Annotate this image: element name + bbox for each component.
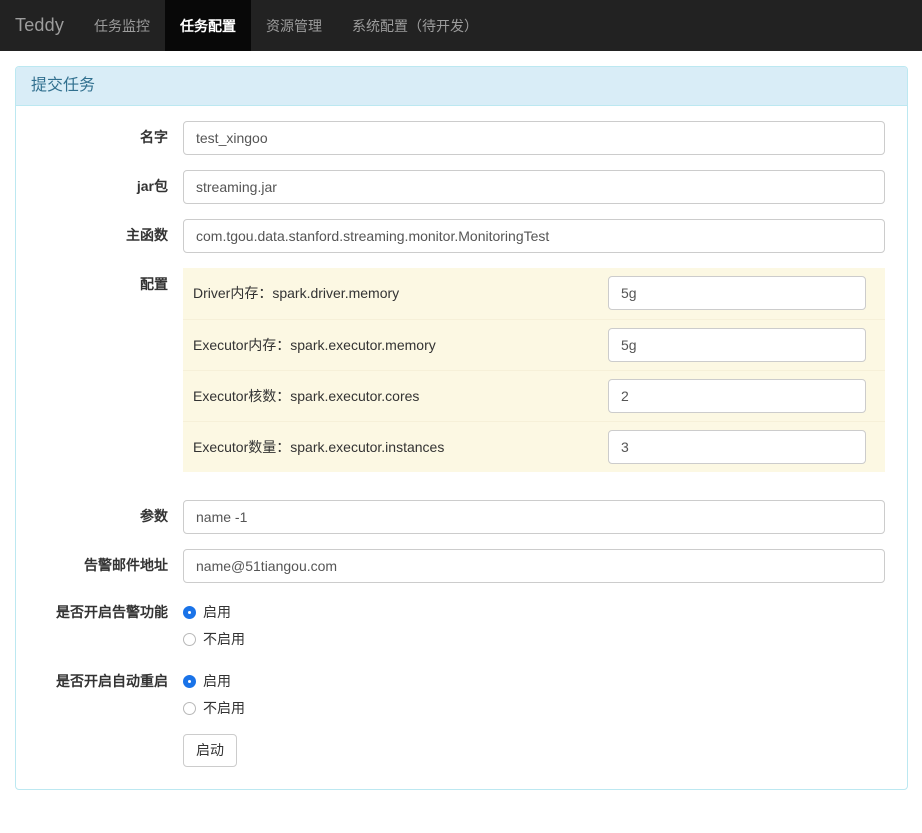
config-key-driver-memory: Driver内存：spark.driver.memory bbox=[193, 285, 400, 302]
form-row-args: 参数 bbox=[16, 499, 907, 534]
radio-unselected-icon[interactable] bbox=[183, 632, 196, 646]
config-row-executor-memory: Executor内存：spark.executor.memory bbox=[183, 318, 885, 370]
field-wrap-restart-enable: 启用 不启用 bbox=[168, 667, 907, 722]
label-args: 参数 bbox=[140, 507, 168, 524]
top-navbar: Teddy 任务监控 任务配置 资源管理 系统配置（待开发） bbox=[0, 0, 922, 51]
field-wrap-jar bbox=[168, 169, 907, 204]
label-main-class: 主函数 bbox=[126, 226, 168, 243]
restart-radio-enabled[interactable]: 启用 bbox=[183, 668, 885, 695]
label-alarm-enable: 是否开启告警功能 bbox=[56, 603, 168, 620]
executor-instances-input[interactable] bbox=[608, 429, 866, 464]
config-row-executor-cores: Executor核数：spark.executor.cores bbox=[183, 369, 885, 421]
spark-config-panel: Driver内存：spark.driver.memory Executor内存：… bbox=[183, 267, 885, 472]
label-name: 名字 bbox=[140, 128, 168, 145]
radio-selected-icon[interactable] bbox=[183, 605, 196, 619]
field-wrap-config: Driver内存：spark.driver.memory Executor内存：… bbox=[168, 267, 907, 472]
field-wrap-name bbox=[168, 120, 907, 155]
label-config: 配置 bbox=[140, 275, 168, 292]
alarm-radio-enabled-label: 启用 bbox=[203, 604, 231, 621]
field-wrap-submit: 启动 bbox=[168, 733, 907, 768]
restart-radio-disabled-label: 不启用 bbox=[203, 700, 245, 717]
config-row-driver-memory: Driver内存：spark.driver.memory bbox=[183, 268, 885, 319]
nav-tab-task-monitor[interactable]: 任务监控 bbox=[79, 0, 165, 51]
restart-radio-enabled-label: 启用 bbox=[203, 673, 231, 690]
form-row-name: 名字 bbox=[16, 120, 907, 155]
config-key-executor-instances: Executor数量：spark.executor.instances bbox=[193, 438, 445, 455]
config-key-executor-memory: Executor内存：spark.executor.memory bbox=[193, 336, 436, 353]
form-row-submit: 启动 bbox=[16, 733, 907, 768]
label-jar: jar包 bbox=[136, 177, 168, 194]
form-row-email: 告警邮件地址 bbox=[16, 548, 907, 583]
config-val-wrap-driver-memory bbox=[608, 276, 875, 311]
label-restart-enable: 是否开启自动重启 bbox=[56, 672, 168, 689]
nav-tab-system-config[interactable]: 系统配置（待开发） bbox=[337, 0, 493, 51]
form-row-jar: jar包 bbox=[16, 169, 907, 204]
label-submit-spacer bbox=[16, 734, 168, 741]
alarm-radio-group: 启用 不启用 bbox=[183, 598, 885, 653]
task-form: 名字 jar包 主函数 配置 Driver内存：s bbox=[16, 106, 907, 790]
radio-unselected-icon[interactable] bbox=[183, 701, 196, 715]
panel-title: 提交任务 bbox=[16, 67, 907, 106]
config-row-executor-instances: Executor数量：spark.executor.instances bbox=[183, 420, 885, 472]
alarm-radio-enabled[interactable]: 启用 bbox=[183, 599, 885, 626]
form-row-main-class: 主函数 bbox=[16, 218, 907, 253]
form-row-alarm-enable: 是否开启告警功能 启用 不启用 bbox=[16, 598, 907, 653]
nav-tab-task-config[interactable]: 任务配置 bbox=[165, 0, 252, 51]
config-key-executor-cores: Executor核数：spark.executor.cores bbox=[193, 387, 420, 404]
nav-tab-resource-management[interactable]: 资源管理 bbox=[251, 0, 337, 51]
main-class-input[interactable] bbox=[183, 218, 885, 253]
submit-task-panel: 提交任务 名字 jar包 主函数 配置 bbox=[15, 66, 908, 791]
field-wrap-main-class bbox=[168, 218, 907, 253]
field-wrap-alarm-enable: 启用 不启用 bbox=[168, 598, 907, 653]
field-wrap-args bbox=[168, 499, 907, 534]
restart-radio-group: 启用 不启用 bbox=[183, 667, 885, 722]
alarm-radio-disabled-label: 不启用 bbox=[203, 631, 245, 648]
executor-cores-input[interactable] bbox=[608, 378, 866, 413]
executor-memory-input[interactable] bbox=[608, 327, 866, 362]
restart-radio-disabled[interactable]: 不启用 bbox=[183, 695, 885, 722]
config-val-wrap-executor-memory bbox=[608, 327, 875, 362]
name-input[interactable] bbox=[183, 120, 885, 155]
radio-selected-icon[interactable] bbox=[183, 674, 196, 688]
config-val-wrap-executor-instances bbox=[608, 429, 875, 464]
jar-input[interactable] bbox=[183, 169, 885, 204]
config-val-wrap-executor-cores bbox=[608, 378, 875, 413]
start-button[interactable]: 启动 bbox=[183, 733, 237, 768]
alarm-radio-disabled[interactable]: 不启用 bbox=[183, 626, 885, 653]
form-row-config: 配置 Driver内存：spark.driver.memory Executor… bbox=[16, 267, 907, 472]
form-row-restart-enable: 是否开启自动重启 启用 不启用 bbox=[16, 667, 907, 722]
field-wrap-email bbox=[168, 548, 907, 583]
alarm-email-input[interactable] bbox=[183, 548, 885, 583]
brand-logo[interactable]: Teddy bbox=[0, 0, 79, 51]
args-input[interactable] bbox=[183, 499, 885, 534]
driver-memory-input[interactable] bbox=[608, 276, 866, 311]
label-email: 告警邮件地址 bbox=[84, 556, 168, 573]
